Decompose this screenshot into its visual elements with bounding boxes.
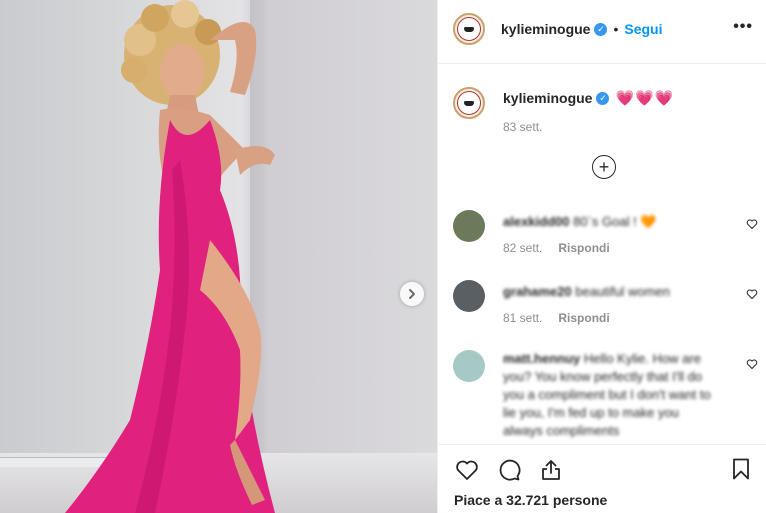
comment-like-heart-icon[interactable] — [746, 218, 758, 233]
woman-in-pink-dress-figure — [65, 0, 275, 513]
next-photo-button[interactable] — [400, 282, 424, 306]
comment-like-heart-icon[interactable] — [746, 358, 758, 373]
comment-like-heart-icon[interactable] — [746, 288, 758, 303]
comment-meta: 81 sett. Rispondi — [503, 311, 610, 325]
more-options-icon[interactable]: ••• — [733, 18, 753, 36]
comment-meta: 82 sett. Rispondi — [503, 241, 610, 255]
load-more-comments-button[interactable]: + — [592, 155, 616, 179]
profile-avatar[interactable] — [453, 13, 485, 45]
post-side-panel: kylieminogue ✓ • Segui ••• kylieminogue … — [437, 0, 766, 513]
caption-timestamp[interactable]: 83 sett. — [503, 120, 542, 134]
share-icon[interactable] — [538, 457, 564, 483]
separator-dot: • — [613, 21, 619, 37]
comment-avatar[interactable] — [453, 210, 485, 242]
comment-avatar[interactable] — [453, 350, 485, 382]
verified-badge-icon: ✓ — [596, 91, 610, 105]
comment-username[interactable]: grahame20 — [503, 284, 572, 299]
like-heart-icon[interactable] — [454, 457, 480, 483]
comment-text: alexkidd00 80`s Goal ! 🧡 — [503, 213, 733, 231]
bookmark-icon[interactable] — [729, 457, 755, 483]
post-photo[interactable] — [0, 0, 437, 513]
header-username[interactable]: kylieminogue — [501, 21, 590, 37]
reply-button[interactable]: Rispondi — [558, 311, 609, 325]
comment-time[interactable]: 82 sett. — [503, 241, 542, 255]
caption-text: 💗💗💗 — [615, 90, 675, 107]
likes-count[interactable]: Piace a 32.721 persone — [454, 492, 607, 508]
verified-badge-icon: ✓ — [594, 22, 608, 36]
caption-username[interactable]: kylieminogue — [503, 90, 592, 106]
comment-username[interactable]: alexkidd00 — [503, 214, 570, 229]
comment-item: matt.hennuy Hello Kylie. How are you? Yo… — [453, 350, 758, 442]
header-user-line: kylieminogue ✓ • Segui — [501, 21, 663, 37]
comment-text: grahame20 beautiful women — [503, 283, 733, 301]
comment-time[interactable]: 81 sett. — [503, 311, 542, 325]
caption-line: kylieminogue ✓ 💗💗💗 — [503, 89, 675, 107]
comment-icon[interactable] — [496, 457, 522, 483]
comment-text: matt.hennuy Hello Kylie. How are you? Yo… — [503, 350, 721, 440]
comment-body: 80`s Goal ! 🧡 — [573, 214, 657, 229]
comment-username[interactable]: matt.hennuy — [503, 351, 580, 366]
action-bar — [454, 457, 564, 483]
comment-avatar[interactable] — [453, 280, 485, 312]
follow-button[interactable]: Segui — [624, 21, 662, 37]
post-footer: Piace a 32.721 persone — [438, 444, 766, 513]
comment-item: grahame20 beautiful women 81 sett. Rispon… — [453, 280, 758, 330]
caption-avatar[interactable] — [453, 87, 485, 119]
chevron-right-icon — [409, 289, 415, 299]
comment-item: alexkidd00 80`s Goal ! 🧡 82 sett. Rispond… — [453, 210, 758, 260]
comment-body: beautiful women — [575, 284, 670, 299]
post-header: kylieminogue ✓ • Segui ••• — [438, 0, 766, 64]
reply-button[interactable]: Rispondi — [558, 241, 609, 255]
